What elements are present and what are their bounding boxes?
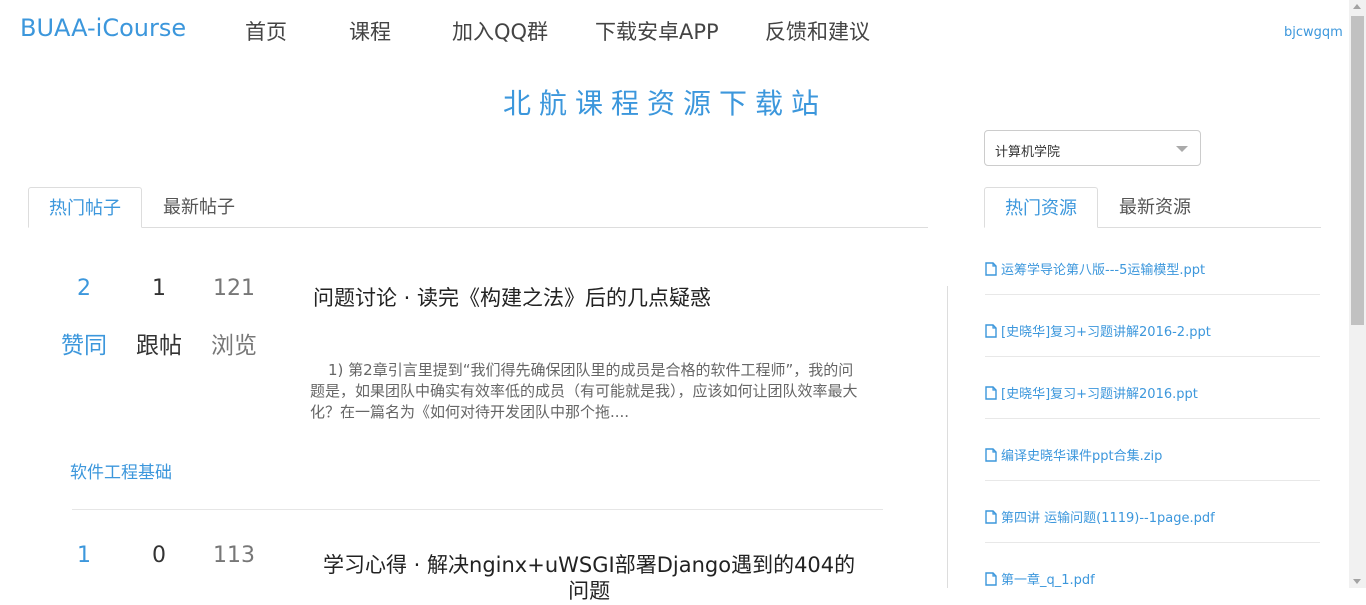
replies-count: 0	[152, 543, 166, 568]
likes-count: 1	[77, 543, 91, 568]
file-icon	[985, 510, 997, 528]
resource-link[interactable]: 编译史晓华课件ppt合集.zip	[985, 445, 1162, 466]
resource-divider	[985, 294, 1320, 295]
nav-courses[interactable]: 课程	[349, 16, 391, 46]
column-divider	[947, 286, 948, 588]
page-title: 北航课程资源下载站	[503, 87, 828, 120]
brand-logo-link[interactable]: BUAA-iCourse	[20, 14, 186, 42]
post-excerpt: 1) 第2章引言里提到“我们得先确保团队里的成员是合格的软件工程师”，我的问 题…	[310, 360, 858, 423]
resource-divider	[985, 480, 1320, 481]
resource-divider	[985, 542, 1320, 543]
nav-join-qq-group[interactable]: 加入QQ群	[452, 16, 548, 46]
resource-name: 第一章_q_1.pdf	[1001, 573, 1095, 588]
file-icon	[985, 572, 997, 590]
post-title-line: 问题	[568, 579, 611, 603]
nav-home[interactable]: 首页	[245, 16, 287, 46]
resource-link[interactable]: 第一章_q_1.pdf	[985, 569, 1095, 590]
excerpt-line: 1) 第2章引言里提到“我们得先确保团队里的成员是合格的软件工程师”，我的问	[328, 361, 854, 379]
resource-link[interactable]: [史晓华]复习+习题讲解2016-2.ppt	[985, 321, 1211, 342]
nav-feedback[interactable]: 反馈和建议	[765, 16, 870, 46]
post-title-link[interactable]: 学习心得 · 解决nginx+uWSGI部署Django遇到的404的 问题	[323, 549, 855, 605]
resource-name: 编译史晓华课件ppt合集.zip	[1001, 449, 1163, 464]
chevron-down-icon	[1176, 146, 1188, 152]
tab-hot-resources[interactable]: 热门资源	[984, 187, 1098, 228]
tab-hot-posts[interactable]: 热门帖子	[28, 187, 142, 228]
views-label: 浏览	[211, 333, 257, 359]
college-select-value: 计算机学院	[995, 145, 1061, 160]
file-icon	[985, 324, 997, 342]
college-select[interactable]: 计算机学院	[984, 130, 1201, 166]
resource-name: [史晓华]复习+习题讲解2016.ppt	[1001, 387, 1198, 402]
course-tag-link[interactable]: 软件工程基础	[70, 458, 172, 483]
resource-link[interactable]: [史晓华]复习+习题讲解2016.ppt	[985, 383, 1198, 404]
nav-download-android-app[interactable]: 下载安卓APP	[595, 16, 719, 46]
replies-label: 跟帖	[136, 333, 182, 359]
tab-latest-resources[interactable]: 最新资源	[1098, 187, 1212, 228]
resource-divider	[985, 356, 1320, 357]
likes-count: 2	[77, 276, 91, 301]
excerpt-line: 化？在一篇名为《如何对待开发团队中那个拖....	[310, 403, 630, 421]
file-icon	[985, 386, 997, 404]
views-count: 121	[213, 276, 255, 301]
replies-count: 1	[152, 276, 166, 301]
resource-divider	[985, 418, 1320, 419]
likes-label: 赞同	[61, 333, 107, 359]
page-scrollbar[interactable]	[1349, 0, 1366, 588]
file-icon	[985, 262, 997, 280]
views-count: 113	[213, 543, 255, 568]
resource-link[interactable]: 第四讲 运输问题(1119)--1page.pdf	[985, 507, 1215, 528]
file-icon	[985, 448, 997, 466]
tab-latest-posts[interactable]: 最新帖子	[142, 187, 256, 228]
scroll-down-arrow-icon[interactable]	[1353, 579, 1361, 584]
resource-link[interactable]: 运筹学导论第八版---5运输模型.ppt	[985, 259, 1205, 280]
user-account-link[interactable]: bjcwgqm	[1284, 25, 1343, 40]
scrollbar-thumb[interactable]	[1351, 16, 1364, 325]
excerpt-line: 题是，如果团队中确实有效率低的成员（有可能就是我），应该如何让团队效率最大	[310, 382, 858, 400]
post-divider	[72, 509, 883, 510]
post-title-link[interactable]: 问题讨论 · 读完《构建之法》后的几点疑惑	[313, 282, 711, 312]
scroll-up-arrow-icon[interactable]	[1353, 4, 1361, 9]
resource-name: [史晓华]复习+习题讲解2016-2.ppt	[1001, 325, 1211, 340]
resource-name: 第四讲 运输问题(1119)--1page.pdf	[1001, 511, 1215, 526]
resource-name: 运筹学导论第八版---5运输模型.ppt	[1001, 263, 1206, 278]
